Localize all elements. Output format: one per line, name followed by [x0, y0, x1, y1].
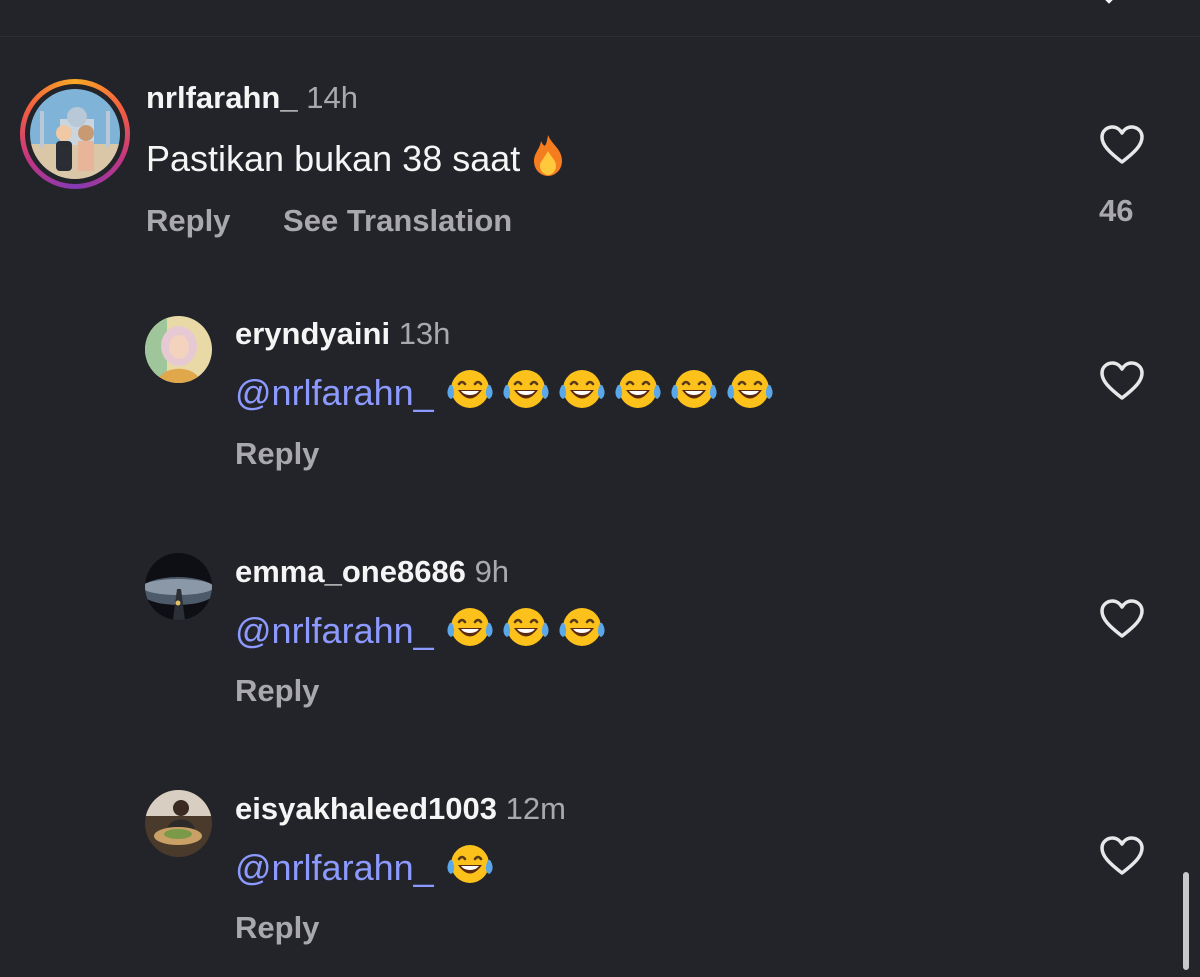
timestamp: 13h — [398, 316, 451, 351]
laughing-tears-emoji-icon — [503, 370, 549, 408]
comment-header: nrlfarahn_ 14h — [146, 80, 358, 116]
username[interactable]: emma_one8686 — [235, 554, 466, 589]
laughing-tears-emoji-icon — [559, 370, 605, 408]
reply-button[interactable]: Reply — [235, 673, 319, 709]
laughing-tears-emoji-icon — [671, 370, 717, 408]
reply-header: emma_one8686 9h — [235, 554, 509, 590]
mention-link[interactable]: @nrlfarahn_ — [235, 372, 434, 413]
avatar-food-table-icon — [145, 790, 212, 857]
emoji-row — [434, 370, 774, 413]
avatar-planet-road-icon — [145, 553, 212, 620]
laughing-tears-emoji-icon — [447, 370, 493, 408]
avatar-couple-mosque-icon — [30, 89, 120, 179]
heart-icon[interactable] — [1099, 835, 1145, 877]
laughing-tears-emoji-icon — [615, 370, 661, 408]
username[interactable]: eisyakhaleed1003 — [235, 791, 497, 826]
see-translation-button[interactable]: See Translation — [283, 203, 512, 239]
avatar-hijab-woman-icon — [145, 316, 212, 383]
reply-header: eryndyaini 13h — [235, 316, 450, 352]
laughing-tears-emoji-icon — [503, 608, 549, 646]
like-count: 46 — [1099, 193, 1134, 228]
fire-emoji-icon — [534, 135, 563, 176]
avatar[interactable] — [145, 553, 212, 620]
comment-text: Pastikan bukan 38 saat — [146, 133, 570, 180]
reply-text: @nrlfarahn_ — [235, 605, 606, 652]
scrollbar[interactable] — [1183, 872, 1189, 970]
divider — [0, 36, 1200, 37]
laughing-tears-emoji-icon — [447, 608, 493, 646]
mention-link[interactable]: @nrlfarahn_ — [235, 847, 434, 888]
reply-button[interactable]: Reply — [146, 203, 230, 239]
heart-icon[interactable] — [1099, 598, 1145, 640]
chevron-down-icon[interactable] — [1100, 0, 1118, 4]
reply-button[interactable]: Reply — [235, 436, 319, 472]
laughing-tears-emoji-icon — [727, 370, 773, 408]
username[interactable]: nrlfarahn_ — [146, 80, 298, 115]
reply-actions: Reply — [235, 436, 363, 472]
emoji-row — [434, 608, 606, 651]
heart-icon[interactable] — [1099, 124, 1145, 166]
reply-text: @nrlfarahn_ — [235, 367, 774, 414]
reply-button[interactable]: Reply — [235, 910, 319, 946]
comment-body: Pastikan bukan 38 saat — [146, 138, 521, 179]
emoji-row — [434, 845, 494, 888]
avatar[interactable] — [145, 790, 212, 857]
reply-text: @nrlfarahn_ — [235, 842, 494, 889]
username[interactable]: eryndyaini — [235, 316, 390, 351]
avatar[interactable] — [30, 89, 120, 179]
heart-icon[interactable] — [1099, 360, 1145, 402]
laughing-tears-emoji-icon — [447, 845, 493, 883]
mention-link[interactable]: @nrlfarahn_ — [235, 610, 434, 651]
comments-page: nrlfarahn_ 14h Pastikan bukan 38 saat Re… — [0, 0, 1200, 977]
timestamp: 14h — [306, 80, 358, 115]
laughing-tears-emoji-icon — [559, 608, 605, 646]
avatar[interactable] — [145, 316, 212, 383]
reply-actions: Reply — [235, 910, 363, 946]
reply-actions: Reply — [235, 673, 363, 709]
reply-header: eisyakhaleed1003 12m — [235, 791, 566, 827]
timestamp: 9h — [474, 554, 510, 589]
comment-actions: Reply See Translation — [146, 203, 556, 239]
timestamp: 12m — [505, 791, 566, 826]
